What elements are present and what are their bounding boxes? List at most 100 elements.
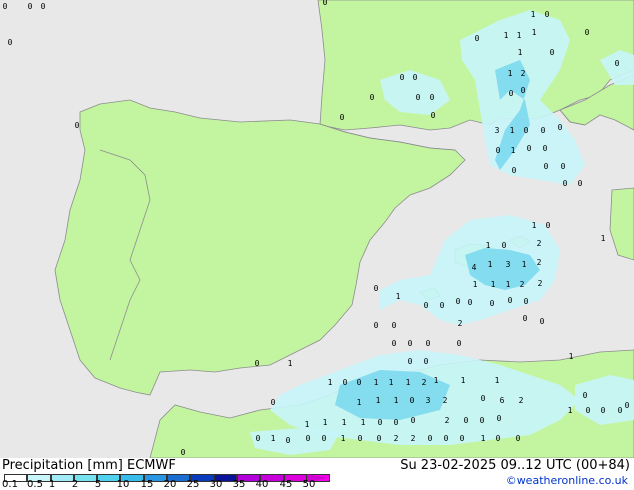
precip-value: 0 [256, 434, 261, 443]
precip-value: 0 [586, 406, 591, 415]
precip-value: 0 [468, 298, 473, 307]
scale-tick-label: 10 [116, 479, 130, 490]
precip-value: 0 [497, 414, 502, 423]
precip-value: 1 [510, 126, 515, 135]
precip-value: 0 [543, 144, 548, 153]
scale-tick-label: 0.5 [27, 479, 43, 490]
precip-value: 0 [374, 284, 379, 293]
precip-value: 1 [376, 396, 381, 405]
precip-value: 0 [457, 339, 462, 348]
color-scale-ticks: 0.1 0.5 1 2 5 10 15 20 25 30 35 40 45 50 [0, 480, 340, 490]
scale-tick-label: 0.1 [2, 479, 18, 490]
precip-value: 1 [518, 48, 523, 57]
precip-value: 1 [491, 280, 496, 289]
precip-value: 2 [537, 258, 542, 267]
precip-value: 0 [524, 126, 529, 135]
precip-value: 2 [394, 434, 399, 443]
precip-value: 0 [394, 418, 399, 427]
precip-value: 1 [506, 280, 511, 289]
precip-value: 1 [406, 378, 411, 387]
precip-value: 0 [255, 359, 260, 368]
precip-value: 1 [495, 376, 500, 385]
precip-value: 0 [392, 339, 397, 348]
precip-value: 0 [378, 418, 383, 427]
precip-value: 0 [416, 93, 421, 102]
precip-value: 0 [322, 434, 327, 443]
precip-value: 0 [456, 297, 461, 306]
scale-tick-label: 40 [255, 479, 269, 490]
precip-value: 0 [583, 391, 588, 400]
precip-value: 0 [464, 416, 469, 425]
precip-value: 2 [520, 280, 525, 289]
precip-value: 3 [495, 126, 500, 135]
precip-value: 0 [585, 28, 590, 37]
precip-value: 1 [473, 280, 478, 289]
precip-value: 1 [357, 398, 362, 407]
precip-value: 1 [511, 146, 516, 155]
precip-value: 0 [512, 166, 517, 175]
precip-value: 2 [458, 319, 463, 328]
precip-value: 0 [424, 357, 429, 366]
precip-value: 3 [506, 260, 511, 269]
precip-value: 0 [444, 434, 449, 443]
precip-value: 2 [443, 396, 448, 405]
precip-value: 0 [496, 146, 501, 155]
precip-value: 0 [540, 317, 545, 326]
precip-value: 0 [410, 396, 415, 405]
precip-value: 1 [389, 378, 394, 387]
precip-value: 0 [508, 296, 513, 305]
precip-value: 2 [445, 416, 450, 425]
precip-value: 0 [424, 301, 429, 310]
precip-value: 6 [500, 396, 505, 405]
precipitation-map: 0000001001111120000000000003100001000000… [0, 0, 634, 459]
precip-value: 0 [516, 434, 521, 443]
precip-value: 0 [408, 357, 413, 366]
precip-value: 0 [544, 162, 549, 171]
precip-value: 0 [545, 10, 550, 19]
precip-value: 0 [550, 48, 555, 57]
precip-value: 0 [496, 434, 501, 443]
precip-value: 1 [328, 378, 333, 387]
precip-value: 0 [343, 378, 348, 387]
credit-link[interactable]: ©weatheronline.co.uk [506, 474, 628, 487]
precip-value: 0 [3, 2, 8, 11]
precip-value: 0 [490, 299, 495, 308]
precip-value: 0 [440, 301, 445, 310]
precip-value: 0 [502, 241, 507, 250]
scale-tick-label: 50 [302, 479, 316, 490]
precip-value: 0 [618, 406, 623, 415]
precip-value: 2 [411, 434, 416, 443]
precip-value: 1 [305, 420, 310, 429]
scale-tick-label: 35 [232, 479, 246, 490]
precip-value: 0 [578, 179, 583, 188]
precip-value: 1 [504, 31, 509, 40]
precip-value: 0 [524, 297, 529, 306]
precip-value: 1 [488, 260, 493, 269]
precip-value: 0 [8, 38, 13, 47]
precip-value: 0 [546, 221, 551, 230]
precip-value: 0 [521, 86, 526, 95]
precip-value: 0 [523, 314, 528, 323]
scale-tick-label: 2 [71, 479, 79, 490]
scale-tick-label: 45 [279, 479, 293, 490]
precip-value: 0 [431, 111, 436, 120]
precip-value: 0 [408, 339, 413, 348]
precip-value: 0 [41, 2, 46, 11]
precip-value: 1 [374, 378, 379, 387]
precip-value: 2 [519, 396, 524, 405]
precip-value: 1 [522, 260, 527, 269]
precip-value: 4 [472, 263, 477, 272]
precip-value: 2 [422, 378, 427, 387]
precip-value: 0 [411, 416, 416, 425]
precip-value: 0 [625, 401, 630, 410]
precip-value: 0 [541, 126, 546, 135]
precip-value: 0 [377, 434, 382, 443]
valid-time: Su 23-02-2025 09..12 UTC (00+84) [400, 458, 630, 473]
precip-value: 1 [517, 31, 522, 40]
precip-value: 1 [341, 434, 346, 443]
precip-value: 0 [426, 339, 431, 348]
precip-value: 0 [601, 406, 606, 415]
precip-value: 1 [323, 418, 328, 427]
precip-value: 1 [532, 221, 537, 230]
precip-value: 1 [271, 434, 276, 443]
